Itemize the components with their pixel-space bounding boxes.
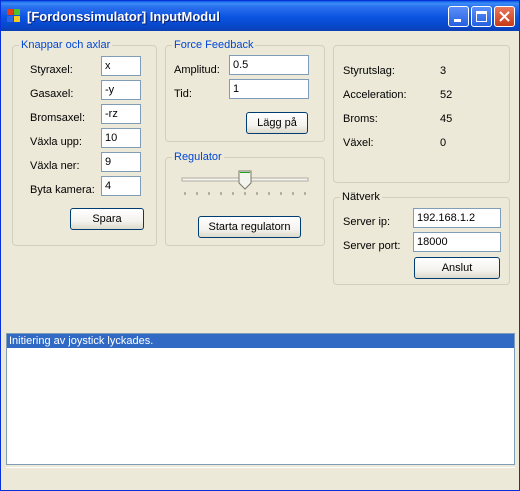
keys-group-title: Knappar och axlar: [19, 39, 113, 52]
brake-value: 45: [440, 113, 453, 125]
amplitude-label: Amplitud:: [174, 64, 220, 76]
force-feedback-title: Force Feedback: [172, 39, 256, 52]
server-ip-label: Server ip:: [343, 216, 391, 228]
server-ip-field[interactable]: [413, 208, 501, 228]
title-bar[interactable]: [Fordonssimulator] InputModul: [1, 1, 519, 31]
regulator-group: Regulator Starta regulatorn: [165, 151, 325, 246]
slider-ticks: [184, 192, 306, 195]
close-button[interactable]: [494, 6, 515, 27]
steering-output-label: Styrutslag:: [343, 65, 395, 77]
minimize-icon: [454, 19, 461, 22]
throttle-axis-label: Gasaxel:: [30, 88, 74, 100]
log-line[interactable]: Initiering av joystick lyckades.: [7, 334, 514, 348]
steering-output-value: 3: [440, 65, 447, 77]
gear-up-field[interactable]: [101, 128, 141, 148]
server-port-field[interactable]: [413, 232, 501, 252]
gear-down-label: Växla ner:: [30, 160, 80, 172]
network-group: Nätverk Server ip: Server port: Anslut: [333, 191, 510, 285]
time-label: Tid:: [174, 88, 192, 100]
app-icon: [7, 9, 20, 22]
steer-axis-field[interactable]: [101, 56, 141, 76]
server-port-label: Server port:: [343, 240, 401, 252]
connect-button[interactable]: Anslut: [414, 257, 500, 279]
log-list[interactable]: Initiering av joystick lyckades.: [6, 333, 515, 465]
save-button[interactable]: Spara: [70, 208, 144, 230]
main-window: [Fordonssimulator] InputModul Knappar oc…: [0, 0, 520, 491]
gear-label: Växel:: [343, 137, 374, 149]
gear-down-field[interactable]: [101, 152, 141, 172]
close-icon: [499, 11, 510, 22]
acceleration-value: 52: [440, 89, 453, 101]
switch-camera-label: Byta kamera:: [30, 184, 95, 196]
time-field[interactable]: [229, 79, 309, 99]
status-panel: Styrutslag: 3 Acceleration: 52 Broms: 45…: [333, 45, 510, 183]
force-feedback-group: Force Feedback Amplitud: Tid: Lägg på: [165, 39, 325, 142]
maximize-icon: [476, 11, 487, 22]
brake-axis-field[interactable]: [101, 104, 141, 124]
gear-value: 0: [440, 137, 447, 149]
steer-axis-label: Styraxel:: [30, 64, 73, 76]
amplitude-field[interactable]: [229, 55, 309, 75]
gear-up-label: Växla upp:: [30, 136, 82, 148]
slider-thumb[interactable]: [238, 170, 252, 190]
acceleration-label: Acceleration:: [343, 89, 407, 101]
window-title: [Fordonssimulator] InputModul: [27, 9, 220, 24]
regulator-slider[interactable]: [176, 168, 316, 198]
apply-feedback-button[interactable]: Lägg på: [246, 112, 308, 134]
start-regulator-button[interactable]: Starta regulatorn: [198, 216, 301, 238]
throttle-axis-field[interactable]: [101, 80, 141, 100]
brake-axis-label: Bromsaxel:: [30, 112, 86, 124]
status-bar: [6, 467, 515, 485]
regulator-title: Regulator: [172, 151, 224, 164]
keys-group: Knappar och axlar Styraxel: Gasaxel: Bro…: [12, 39, 157, 246]
minimize-button[interactable]: [448, 6, 469, 27]
network-title: Nätverk: [340, 191, 382, 204]
brake-label: Broms:: [343, 113, 378, 125]
maximize-button[interactable]: [471, 6, 492, 27]
switch-camera-field[interactable]: [101, 176, 141, 196]
